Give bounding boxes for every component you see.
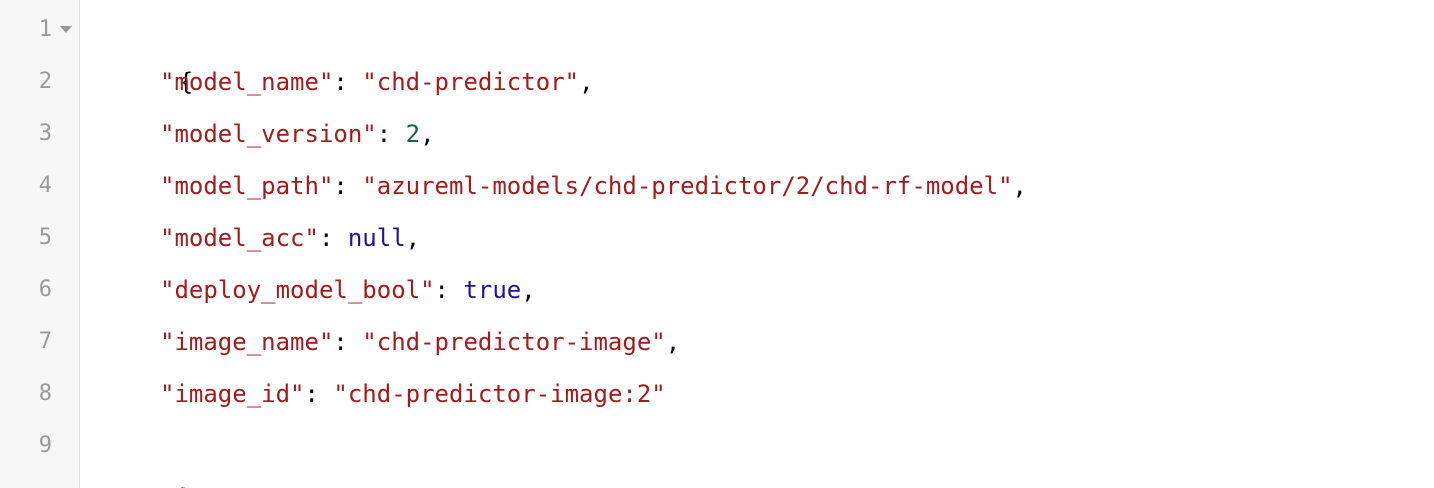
json-string-value: "chd-predictor" xyxy=(362,68,580,96)
code-line-image-id[interactable]: "image_id": "chd-predictor-image:2" xyxy=(80,368,1434,420)
colon: : xyxy=(333,328,363,356)
json-key: "model_path" xyxy=(160,172,334,200)
comma: , xyxy=(405,224,421,252)
code-line-open-brace[interactable]: { xyxy=(80,4,1434,96)
json-number-value: 2 xyxy=(405,120,421,148)
line-number: 4 xyxy=(38,173,52,198)
comma: , xyxy=(420,120,435,148)
gutter-line-5: 5 xyxy=(0,212,79,264)
line-number: 1 xyxy=(38,17,52,42)
json-null-value: null xyxy=(347,224,406,252)
colon: : xyxy=(304,380,334,408)
code-line-model-version[interactable]: "model_version": 2, xyxy=(80,108,1434,160)
json-string-value: "azureml-models/chd-predictor/2/chd-rf-m… xyxy=(362,172,1013,200)
code-line-model-acc[interactable]: "model_acc": null, xyxy=(80,212,1434,264)
gutter-line-9: 9 xyxy=(0,420,79,472)
code-line-model-path[interactable]: "model_path": "azureml-models/chd-predic… xyxy=(80,160,1434,212)
gutter-line-7: 7 xyxy=(0,316,79,368)
line-number: 8 xyxy=(38,381,52,406)
colon: : xyxy=(318,224,348,252)
close-brace: } xyxy=(179,484,193,488)
json-key: "model_name" xyxy=(160,68,334,96)
comma: , xyxy=(1012,172,1027,200)
colon: : xyxy=(376,120,406,148)
comma: , xyxy=(665,328,681,356)
code-line-model-name[interactable]: "model_name": "chd-predictor", xyxy=(80,56,1434,108)
code-line-close-brace[interactable]: } xyxy=(80,420,1434,488)
line-number: 7 xyxy=(38,329,52,354)
code-content[interactable]: { "model_name": "chd-predictor", "model_… xyxy=(80,0,1434,488)
gutter-line-6: 6 xyxy=(0,264,79,316)
json-key: "model_acc" xyxy=(160,224,319,252)
colon: : xyxy=(333,68,363,96)
json-boolean-value: true xyxy=(463,276,522,304)
comma: , xyxy=(521,276,536,304)
line-number: 9 xyxy=(38,433,52,458)
colon: : xyxy=(434,276,464,304)
line-number: 3 xyxy=(38,121,52,146)
gutter-line-2: 2 xyxy=(0,56,79,108)
gutter-line-8: 8 xyxy=(0,368,79,420)
json-key: "model_version" xyxy=(160,120,377,148)
gutter-line-3: 3 xyxy=(0,108,79,160)
code-line-deploy-model-bool[interactable]: "deploy_model_bool": true, xyxy=(80,264,1434,316)
json-string-value: "chd-predictor-image" xyxy=(362,328,666,356)
json-string-value: "chd-predictor-image:2" xyxy=(333,380,666,408)
json-editor[interactable]: 1 2 3 4 5 6 7 8 9 { "model_name": "chd-p… xyxy=(0,0,1434,488)
gutter-line-4: 4 xyxy=(0,160,79,212)
json-key: "image_name" xyxy=(160,328,334,356)
line-number: 5 xyxy=(38,225,52,250)
line-number: 2 xyxy=(38,69,52,94)
gutter-line-1: 1 xyxy=(0,4,79,56)
json-key: "image_id" xyxy=(160,380,305,408)
fold-arrow-icon[interactable] xyxy=(60,26,72,33)
code-line-image-name[interactable]: "image_name": "chd-predictor-image", xyxy=(80,316,1434,368)
line-number: 6 xyxy=(38,277,52,302)
comma: , xyxy=(579,68,594,96)
json-key: "deploy_model_bool" xyxy=(160,276,435,304)
line-number-gutter: 1 2 3 4 5 6 7 8 9 xyxy=(0,0,80,488)
colon: : xyxy=(333,172,363,200)
